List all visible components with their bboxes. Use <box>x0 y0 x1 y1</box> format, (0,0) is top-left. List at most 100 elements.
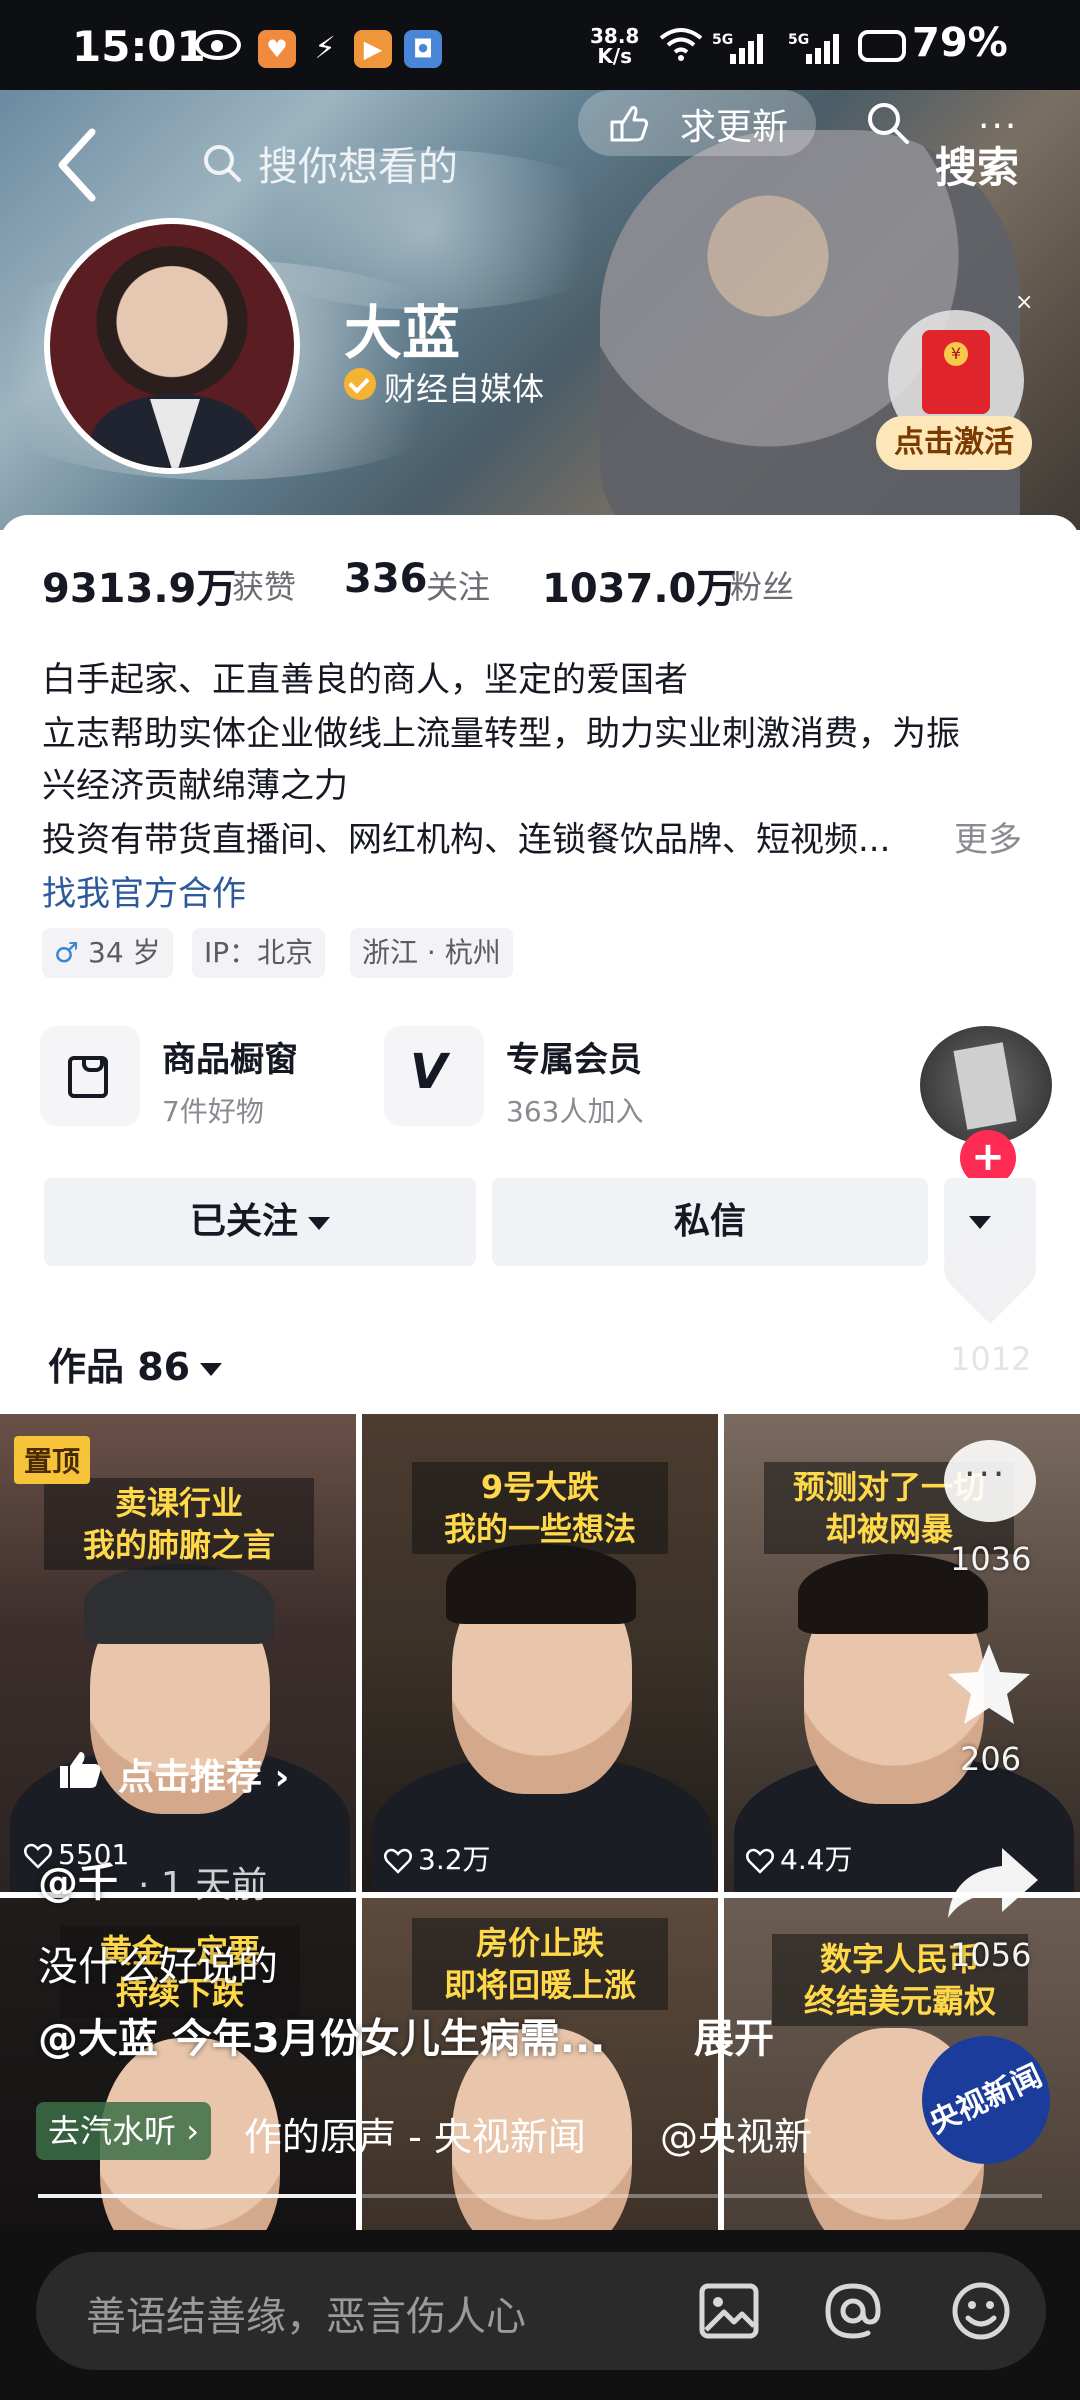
bio-more-link[interactable]: 更多 <box>954 812 1022 861</box>
wifi-icon <box>659 28 703 61</box>
heart-outline-icon <box>384 1848 412 1874</box>
comment-count: 1036 <box>950 1540 1032 1578</box>
likes-count-label: 4.4万 <box>780 1843 853 1876</box>
battery-saver-icon <box>858 30 906 62</box>
video-thumbnail[interactable]: 房价止跌 即将回暖上涨 <box>362 1898 718 2230</box>
expand-button[interactable]: 展开 <box>694 2006 774 2064</box>
message-button[interactable]: 私信 <box>492 1178 928 1266</box>
comment-time: · 1 天前 <box>138 1865 268 1906</box>
music-app-tag[interactable]: 去汽水听 › <box>36 2102 211 2160</box>
followed-button[interactable]: 已关注 <box>44 1178 476 1266</box>
hand-icon <box>610 106 649 142</box>
chevron-right-icon: › <box>176 2112 199 2150</box>
works-label: 作品 86 <box>48 1345 191 1389</box>
male-icon: ♂ <box>54 936 80 969</box>
following-label[interactable]: 关注 <box>426 562 490 608</box>
location-tag: 浙江 · 杭州 <box>350 928 513 978</box>
likes-count-label: 3.2万 <box>418 1843 491 1876</box>
video-thumbnail[interactable]: 卖课行业 我的肺腑之言 <box>0 1414 356 1892</box>
shop-window-sub: 7件好物 <box>162 1095 264 1128</box>
back-icon[interactable] <box>48 120 108 210</box>
pinned-badge: 置顶 <box>14 1436 91 1484</box>
signal-icon: 5G <box>712 32 763 64</box>
bio-line: 兴经济贡献绵薄之力 <box>42 766 348 806</box>
music-app-label: 去汽水听 <box>48 2112 177 2150</box>
bio-line: 立志帮助实体企业做线上流量转型，助力实业刺激消费，为振 <box>42 714 960 754</box>
app-notification-icon: ◘ <box>404 30 442 68</box>
app-notification-icon: ▶ <box>354 30 392 68</box>
comment-bubble-icon[interactable] <box>944 1440 1036 1522</box>
followers-count[interactable]: 1037.0万 <box>542 556 736 614</box>
comment-username[interactable]: @千 <box>38 1850 118 1908</box>
chevron-down-icon <box>308 1216 330 1230</box>
membership-icon: V <box>410 1044 448 1100</box>
svg-text:5G: 5G <box>788 32 809 48</box>
video-progress-fill <box>38 2194 359 2198</box>
search-icon[interactable] <box>865 100 911 146</box>
status-time: 15:01 <box>72 22 206 71</box>
signal-icon: 5G <box>788 32 839 64</box>
bio-line: 投资有带货直播间、网红机构、连锁餐饮品牌、短视频... <box>42 820 891 860</box>
recommend-label: 点击推荐 <box>118 1757 263 1798</box>
activate-button[interactable]: 点击激活 <box>876 416 1032 470</box>
verified-icon <box>344 368 376 400</box>
heart-outline-icon <box>746 1848 774 1874</box>
recommend-button[interactable]: 点击推荐 › <box>118 1748 289 1800</box>
search-placeholder: 搜你想看的 <box>258 144 458 190</box>
search-button[interactable]: 搜索 <box>935 134 1019 195</box>
ip-tag: IP：北京 <box>192 928 326 978</box>
creator-avatar-thumb[interactable] <box>920 1026 1052 1144</box>
thumbs-up-icon <box>60 1752 101 1788</box>
comment-text: @大蓝 今年3月份女儿生病需... <box>38 2016 606 2062</box>
thumb-cap <box>84 1564 274 1644</box>
video-caption: 卖课行业 我的肺腑之言 <box>44 1478 314 1570</box>
bio-line: 白手起家、正直善良的商人，坚定的爱国者 <box>42 660 688 700</box>
video-likes: 3.2万 <box>384 1838 491 1878</box>
like-heart-icon[interactable] <box>940 1240 1040 1330</box>
close-icon[interactable]: × <box>1015 290 1033 315</box>
music-title[interactable]: 作的原声 - 央视新闻 <box>244 2106 586 2161</box>
mention-icon[interactable] <box>820 2278 886 2344</box>
following-count[interactable]: 336 <box>344 556 428 602</box>
video-caption: 房价止跌 即将回暖上涨 <box>412 1918 668 2010</box>
membership-sub: 363人加入 <box>506 1095 644 1128</box>
share-count: 1056 <box>950 1936 1032 1974</box>
chevron-down-icon <box>969 1216 991 1229</box>
like-count: 1012 <box>950 1340 1032 1378</box>
works-tab[interactable]: 作品 86 <box>48 1336 223 1391</box>
followed-label: 已关注 <box>189 1201 298 1242</box>
likes-count: 9313.9万 <box>42 566 237 612</box>
net-speed: 38.8 K/s <box>590 24 640 68</box>
shopping-bag-icon <box>68 1056 108 1098</box>
star-count: 206 <box>960 1740 1022 1778</box>
eye-icon <box>195 30 241 60</box>
chevron-right-icon: › <box>262 1757 290 1798</box>
video-thumbnail[interactable]: 9号大跌 我的一些想法 <box>362 1414 718 1892</box>
svg-text:5G: 5G <box>712 32 733 48</box>
battery-level: 79% <box>912 20 1008 66</box>
profile-name: 大蓝 <box>344 299 461 367</box>
status-bar: 15:01 ♥ ⚡ ▶ ◘ 38.8 K/s 5G 5G 79% <box>0 0 1080 90</box>
age-tag: ♂ 34 岁 <box>42 928 173 978</box>
likes-label: 获赞 <box>232 568 297 606</box>
age-label: 34 岁 <box>88 936 161 969</box>
app-notification-icon: ♥ <box>258 30 296 68</box>
shop-window-title[interactable]: 商品橱窗 <box>162 1032 298 1081</box>
red-envelope-icon <box>922 330 990 414</box>
cooperation-link[interactable]: 找我官方合作 <box>42 866 246 915</box>
request-update-label: 求更新 <box>680 107 789 148</box>
avatar[interactable] <box>44 218 300 474</box>
emoji-icon[interactable] <box>948 2278 1014 2344</box>
thumb-hair <box>446 1544 636 1624</box>
comment-placeholder: 善语结善缘，恶言伤人心 <box>86 2294 526 2340</box>
star-icon[interactable] <box>944 1640 1034 1730</box>
comment-text: 没什么好说的 <box>38 1944 278 1990</box>
image-icon[interactable] <box>696 2278 762 2344</box>
video-caption: 9号大跌 我的一些想法 <box>412 1462 668 1554</box>
membership-title[interactable]: 专属会员 <box>506 1032 642 1081</box>
share-icon[interactable] <box>942 1842 1042 1922</box>
followers-label[interactable]: 粉丝 <box>730 562 794 608</box>
app-notification-icon: ⚡ <box>314 31 336 66</box>
verify-label: 财经自媒体 <box>384 370 545 408</box>
music-author[interactable]: @央视新 <box>660 2106 812 2161</box>
